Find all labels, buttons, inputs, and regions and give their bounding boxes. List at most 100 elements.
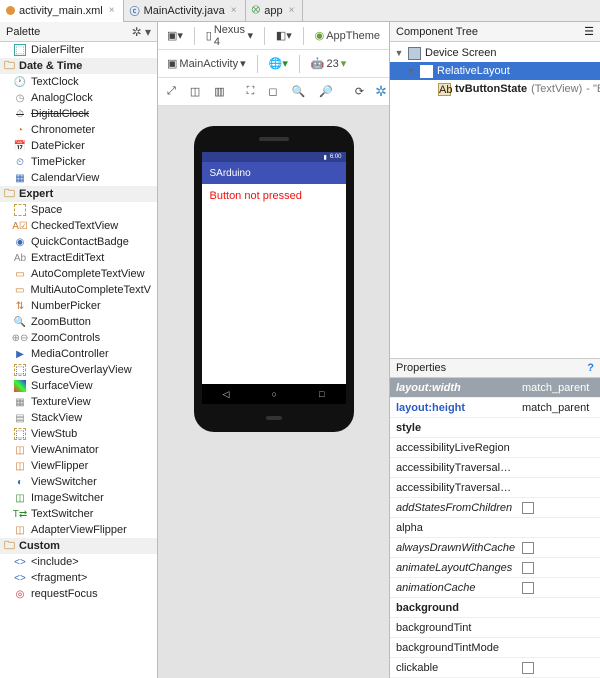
locale-selector[interactable]: 🌐▾	[266, 55, 291, 72]
property-row[interactable]: accessibilityTraversalAfte	[390, 458, 600, 478]
tab-activity-main[interactable]: activity_main.xml ×	[0, 0, 124, 22]
activity-selector[interactable]: ▣ MainActivity▾	[164, 55, 249, 72]
palette-item[interactable]: Space	[0, 202, 157, 218]
palette-item[interactable]: <><include>	[0, 554, 157, 570]
palette-item[interactable]: A☑CheckedTextView	[0, 218, 157, 234]
tree-tvbuttonstate[interactable]: Ab tvButtonState (TextView) - "B	[390, 80, 600, 98]
palette-item[interactable]: ◎requestFocus	[0, 586, 157, 602]
expand-icon[interactable]: ▼	[394, 48, 404, 58]
palette-category-datetime[interactable]: 🗀 Date & Time	[0, 58, 157, 74]
checkbox[interactable]	[522, 582, 534, 594]
property-value[interactable]	[518, 582, 600, 594]
zoom-in-button[interactable]: 🔍	[288, 83, 308, 100]
palette-list[interactable]: ⬚ DialerFilter 🗀 Date & Time 🕐TextClock …	[0, 42, 157, 678]
theme-selector[interactable]: ◉ AppTheme	[312, 27, 383, 44]
palette-item[interactable]: ⬚ DialerFilter	[0, 42, 157, 58]
palette-item[interactable]: ⏱DigitalClock	[0, 106, 157, 122]
palette-item[interactable]: ⇅NumberPicker	[0, 298, 157, 314]
zoom-fit-button[interactable]: ⛶	[244, 83, 258, 100]
tab-main-activity[interactable]: ⓒ MainActivity.java ×	[124, 0, 246, 22]
palette-item[interactable]: ▭MultiAutoCompleteTextV	[0, 282, 157, 298]
palette-item[interactable]: 📅DatePicker	[0, 138, 157, 154]
palette-item[interactable]: ▦CalendarView	[0, 170, 157, 186]
checkbox[interactable]	[522, 502, 534, 514]
close-icon[interactable]: ×	[109, 5, 115, 16]
palette-item[interactable]: T⇄TextSwitcher	[0, 506, 157, 522]
tree-relativelayout[interactable]: ▼ RelativeLayout	[390, 62, 600, 80]
palette-item[interactable]: ⬚ViewStub	[0, 426, 157, 442]
palette-item[interactable]: ▤StackView	[0, 410, 157, 426]
expand-icon[interactable]: ▼	[406, 66, 416, 76]
checkbox[interactable]	[522, 542, 534, 554]
palette-item[interactable]: ⊕⊖ZoomControls	[0, 330, 157, 346]
orientation-button[interactable]: ◧▾	[273, 27, 295, 44]
close-icon[interactable]: ×	[231, 5, 237, 16]
palette-category-expert[interactable]: 🗀 Expert	[0, 186, 157, 202]
palette-item[interactable]: ⬚GestureOverlayView	[0, 362, 157, 378]
design-canvas[interactable]: ▮ 6:00 SArduino Button not pressed ◁ ○ □	[158, 106, 389, 678]
zoom-actual-button[interactable]: ◻	[265, 83, 280, 100]
property-row[interactable]: clickable	[390, 658, 600, 678]
device-screen[interactable]: ▮ 6:00 SArduino Button not pressed ◁ ○ □	[202, 152, 346, 404]
checkbox[interactable]	[522, 562, 534, 574]
component-tree[interactable]: ▼ Device Screen ▼ RelativeLayout Ab tvBu…	[390, 42, 600, 100]
property-row[interactable]: accessibilityLiveRegion	[390, 438, 600, 458]
palette-item[interactable]: ◷AnalogClock	[0, 90, 157, 106]
palette-item[interactable]: AbExtractEditText	[0, 250, 157, 266]
property-row[interactable]: animateLayoutChanges	[390, 558, 600, 578]
close-icon[interactable]: ×	[289, 5, 295, 16]
property-row[interactable]: accessibilityTraversalBefo	[390, 478, 600, 498]
settings-icon[interactable]: ✲	[375, 83, 387, 100]
property-value[interactable]: match_parent	[518, 402, 600, 414]
property-row[interactable]: layout:widthmatch_parent	[390, 378, 600, 398]
property-value[interactable]	[518, 562, 600, 574]
gear-icon[interactable]: ✲ ▾	[132, 25, 151, 39]
widget-icon: ⊕⊖	[14, 332, 26, 344]
device-selector[interactable]: ▯ Nexus 4▾	[203, 22, 256, 50]
property-row[interactable]: animationCache	[390, 578, 600, 598]
property-value[interactable]	[518, 662, 600, 674]
palette-item[interactable]: ◫AdapterViewFlipper	[0, 522, 157, 538]
tab-app[interactable]: ⭙ app ×	[246, 0, 304, 22]
tree-root[interactable]: ▼ Device Screen	[390, 44, 600, 62]
palette-item[interactable]: ◫ImageSwitcher	[0, 490, 157, 506]
align-button[interactable]: ◫	[187, 83, 203, 100]
widget-icon: ◫	[14, 444, 26, 456]
property-row[interactable]: alpha	[390, 518, 600, 538]
palette-item[interactable]: ◔Chronometer	[0, 122, 157, 138]
property-row[interactable]: backgroundTint	[390, 618, 600, 638]
palette-item[interactable]: <><fragment>	[0, 570, 157, 586]
palette-item[interactable]: ◫ViewFlipper	[0, 458, 157, 474]
property-row[interactable]: alwaysDrawnWithCache	[390, 538, 600, 558]
property-row[interactable]: backgroundTintMode	[390, 638, 600, 658]
refresh-button[interactable]: ⟳	[352, 83, 367, 100]
toggle-viewport-button[interactable]: ⤢	[164, 83, 179, 100]
palette-category-custom[interactable]: 🗀 Custom	[0, 538, 157, 554]
palette-item[interactable]: ◉QuickContactBadge	[0, 234, 157, 250]
palette-item[interactable]: ▦TextureView	[0, 394, 157, 410]
checkbox[interactable]	[522, 662, 534, 674]
palette-item[interactable]: ▭AutoCompleteTextView	[0, 266, 157, 282]
palette-item[interactable]: SurfaceView	[0, 378, 157, 394]
palette-item[interactable]: ◫ViewAnimator	[0, 442, 157, 458]
property-row[interactable]: background	[390, 598, 600, 618]
help-icon[interactable]: ?	[587, 362, 594, 374]
properties-table[interactable]: layout:widthmatch_parentlayout:heightmat…	[390, 378, 600, 678]
palette-item[interactable]: ◐ViewSwitcher	[0, 474, 157, 490]
property-value[interactable]	[518, 542, 600, 554]
property-value[interactable]	[518, 502, 600, 514]
palette-item[interactable]: 🕐TextClock	[0, 74, 157, 90]
device-config-button[interactable]: ▣▾	[164, 27, 186, 44]
tvbuttonstate-preview[interactable]: Button not pressed	[202, 184, 346, 208]
property-row[interactable]: style	[390, 418, 600, 438]
design-mode-button[interactable]: ▥	[211, 83, 227, 100]
property-row[interactable]: layout:heightmatch_parent	[390, 398, 600, 418]
property-value[interactable]: match_parent	[518, 382, 600, 394]
api-selector[interactable]: 🤖 23▾	[308, 55, 349, 72]
palette-item[interactable]: 🔍ZoomButton	[0, 314, 157, 330]
property-row[interactable]: addStatesFromChildren	[390, 498, 600, 518]
palette-item[interactable]: ⏲TimePicker	[0, 154, 157, 170]
panel-menu-icon[interactable]: ☰	[584, 25, 594, 38]
zoom-out-button[interactable]: 🔎	[316, 83, 336, 100]
palette-item[interactable]: ▶MediaController	[0, 346, 157, 362]
